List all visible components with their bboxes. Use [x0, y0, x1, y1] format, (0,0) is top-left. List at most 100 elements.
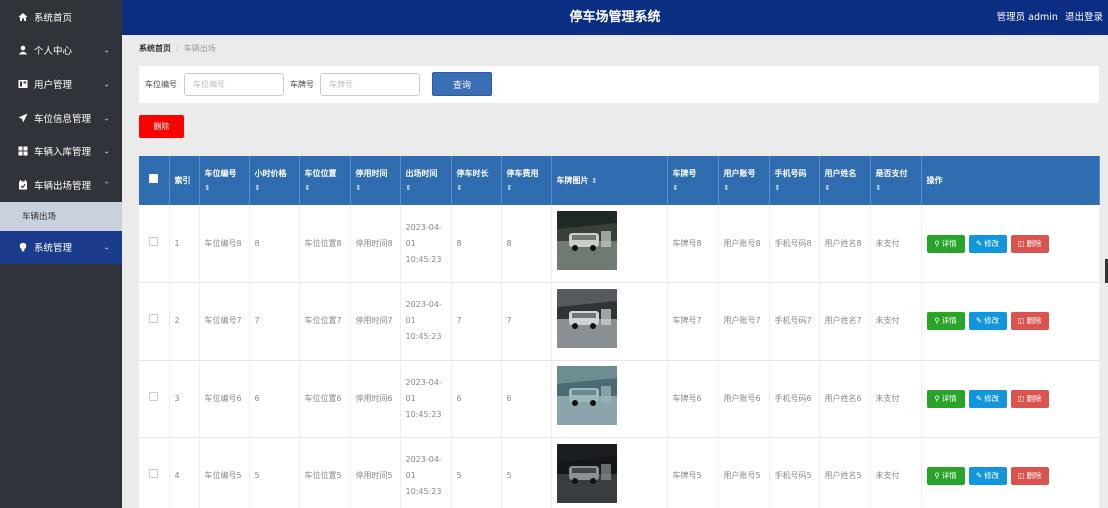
sort-icon[interactable]: ⇕ [406, 181, 446, 196]
sidebar-item-home[interactable]: 系统首页 [0, 0, 122, 34]
cell-index: 3 [169, 360, 200, 438]
detail-button[interactable]: ⚲ 详情 [926, 234, 965, 253]
detail-label: 详情 [941, 471, 957, 481]
column-header[interactable]: 手机号码 ⇕ [769, 156, 820, 205]
sidebar-item-grid[interactable]: 车辆入库管理 ⌄ [0, 134, 122, 168]
search-button[interactable]: 查询 [432, 72, 492, 96]
plate-photo[interactable] [556, 443, 617, 503]
sort-icon[interactable]: ⇕ [592, 177, 598, 185]
plate-photo[interactable] [556, 366, 617, 426]
column-header-label: 停车时长 [456, 168, 489, 178]
sort-icon[interactable]: ⇕ [205, 181, 244, 196]
sort-icon[interactable]: ⇕ [507, 181, 546, 196]
admin-label[interactable]: 管理员 admin [997, 12, 1058, 23]
select-all-checkbox[interactable] [149, 174, 159, 183]
delete-button[interactable]: ◫ 删除 [1010, 389, 1049, 408]
cell-actions: ⚲ 详情 ✎ 修改 ◫ 删除 [921, 437, 1100, 508]
column-header-label: 出场时间 [405, 168, 438, 178]
detail-button[interactable]: ⚲ 详情 [926, 389, 965, 408]
delete-button[interactable]: ◫ 删除 [1010, 467, 1049, 486]
column-header[interactable]: 停车费用 ⇕ [501, 156, 552, 205]
sort-icon[interactable]: ⇕ [775, 181, 814, 196]
sidebar: 系统首页 个人中心 ⌄ 用户管理 ⌄ 车位信息管理 ⌄ 车辆入库管理 ⌄ 车辆出场管理 ⌃ 车辆出场系… [0, 0, 122, 508]
logout-link[interactable]: 退出登录 [1065, 12, 1103, 23]
breadcrumb-home[interactable]: 系统首页 [139, 44, 171, 53]
top-bar: 停车场管理系统 管理员 admin 退出登录 [122, 0, 1108, 35]
column-header: 操作 [921, 156, 1100, 205]
breadcrumb-current: 车辆出场 [183, 44, 216, 53]
column-header[interactable]: 车位位置 ⇕ [299, 156, 351, 205]
column-header[interactable]: 用户姓名 ⇕ [819, 156, 871, 205]
column-header-label: 停用时间 [355, 168, 388, 178]
edit-label: 修改 [984, 238, 1000, 248]
column-header-label: 车牌号 [672, 168, 697, 178]
detail-label: 详情 [941, 238, 957, 248]
sort-icon[interactable]: ⇕ [673, 181, 713, 196]
sidebar-item-users[interactable]: 用户管理 ⌄ [0, 67, 122, 101]
sidebar-subitem-vehicle-exit[interactable]: 车辆出场 [0, 201, 122, 231]
row-checkbox[interactable] [149, 469, 159, 479]
delete-button[interactable]: ◫ 删除 [1010, 234, 1049, 253]
row-select-cell [139, 437, 170, 508]
user-area: 管理员 admin 退出登录 [993, 0, 1103, 35]
row-checkbox[interactable] [149, 236, 159, 246]
column-header[interactable]: 小时价格 ⇕ [249, 156, 300, 205]
users-icon [17, 78, 28, 89]
detail-button[interactable]: ⚲ 详情 [926, 467, 965, 486]
plate-photo[interactable] [556, 288, 617, 348]
sidebar-item-send[interactable]: 车位信息管理 ⌄ [0, 101, 122, 135]
column-header[interactable]: 停用时间 ⇕ [350, 156, 401, 205]
plate-photo[interactable] [556, 211, 617, 270]
sort-icon[interactable]: ⇕ [255, 181, 294, 196]
table-row: 3 车位编号6 6 车位位置6 停用时间6 2023-04-01 10:45:23 6 6 车牌… [139, 360, 1100, 438]
cell-stop-time: 停用时间5 [350, 437, 401, 508]
table-row: 1 车位编号8 8 车位位置8 停用时间8 2023-04-01 10:45:23 8 8 车牌… [139, 205, 1100, 283]
plate-photo-cell [551, 205, 668, 283]
edit-label: 修改 [984, 393, 1000, 403]
pencil-icon: ✎ [975, 238, 983, 248]
column-header[interactable]: 车位编号 ⇕ [199, 156, 250, 205]
column-header[interactable]: 是否支付 ⇕ [870, 156, 922, 205]
cell-account: 用户账号8 [718, 205, 770, 283]
column-header[interactable]: 停车时长 ⇕ [451, 156, 502, 205]
sidebar-item-label: 用户管理 [34, 79, 73, 91]
edit-button[interactable]: ✎ 修改 [968, 389, 1007, 408]
sidebar-item-label: 系统管理 [34, 243, 73, 255]
sort-icon[interactable]: ⇕ [876, 181, 916, 196]
detail-button[interactable]: ⚲ 详情 [926, 312, 965, 331]
sidebar-item-user[interactable]: 个人中心 ⌄ [0, 34, 122, 68]
plate-number-input[interactable] [320, 73, 420, 96]
edit-button[interactable]: ✎ 修改 [968, 312, 1007, 331]
edit-button[interactable]: ✎ 修改 [968, 467, 1007, 486]
cell-fee: 5 [501, 437, 552, 508]
detail-label: 详情 [941, 316, 957, 326]
column-header[interactable]: 出场时间 ⇕ [400, 156, 452, 205]
sort-icon[interactable]: ⇕ [457, 181, 496, 196]
batch-delete-button[interactable]: 删除 [139, 115, 184, 138]
edit-button[interactable]: ✎ 修改 [968, 234, 1007, 253]
column-header[interactable]: 车牌图片 ⇕ [551, 156, 668, 205]
sidebar-item-calendar[interactable]: 车辆出场管理 ⌃ [0, 168, 122, 202]
app-title: 停车场管理系统 [569, 10, 661, 25]
pencil-icon: ✎ [975, 393, 983, 403]
app-root: 系统首页 个人中心 ⌄ 用户管理 ⌄ 车位信息管理 ⌄ 车辆入库管理 ⌄ 车辆出场管理 ⌃ 车辆出场系… [0, 0, 1108, 508]
column-header[interactable]: 用户账号 ⇕ [718, 156, 770, 205]
cell-actions: ⚲ 详情 ✎ 修改 ◫ 删除 [921, 360, 1100, 438]
cell-exit-time: 2023-04-01 10:45:23 [400, 437, 452, 508]
cell-account: 用户账号5 [718, 437, 770, 508]
cell-phone: 手机号码7 [769, 282, 820, 361]
sidebar-item-bulb[interactable]: 系统管理 ⌄ [0, 230, 122, 265]
row-checkbox[interactable] [149, 314, 159, 324]
cell-stop-time: 停用时间7 [350, 282, 401, 361]
sort-icon[interactable]: ⇕ [356, 181, 395, 196]
delete-button[interactable]: ◫ 删除 [1010, 312, 1049, 331]
sort-icon[interactable]: ⇕ [825, 181, 865, 196]
column-header[interactable]: 车牌号 ⇕ [667, 156, 719, 205]
delete-label: 删除 [1026, 393, 1042, 403]
table-header-row: 索引 车位编号 ⇕ 小时价格 ⇕ 车位位置 ⇕ 停用时间 ⇕ 出场时间 ⇕ 停车时长 ⇕ 停车费用 ⇕ 车牌图… [139, 156, 1100, 205]
sort-icon[interactable]: ⇕ [724, 181, 764, 196]
spot-number-input[interactable] [184, 73, 284, 96]
row-checkbox[interactable] [149, 391, 159, 401]
breadcrumb: 系统首页 / 车辆出场 [139, 43, 216, 54]
sort-icon[interactable]: ⇕ [305, 181, 345, 196]
